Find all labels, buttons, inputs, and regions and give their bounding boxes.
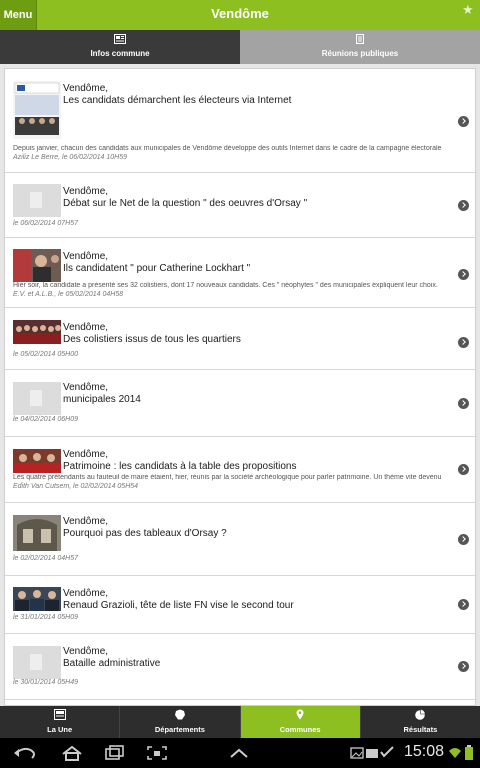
article-title: Les candidats démarchent les électeurs v… [63, 95, 292, 106]
nav-departements[interactable]: Départements [120, 706, 241, 738]
chevron-right-icon[interactable] [458, 599, 469, 610]
article-title: Bataille administrative [63, 658, 161, 669]
list-item[interactable]: Vendôme, Bataille administrative le 30/0… [5, 634, 475, 700]
chevron-right-icon[interactable] [458, 661, 469, 672]
article-meta: le 04/02/2014 06H09 [13, 416, 78, 423]
nav-resultats[interactable]: Résultats [361, 706, 480, 738]
back-icon[interactable] [12, 745, 38, 761]
article-town: Vendôme, [63, 322, 109, 333]
battery-icon [465, 745, 473, 760]
placeholder-thumbnail [13, 382, 61, 415]
list-item[interactable]: Vendôme, Ils candidatent " pour Catherin… [5, 238, 475, 308]
article-meta: le 06/02/2014 07H57 [13, 220, 78, 227]
home-icon[interactable] [60, 745, 84, 761]
star-icon[interactable]: ★ [462, 3, 476, 17]
placeholder-thumbnail [13, 646, 61, 679]
list-item[interactable]: Vendôme, Patrimoine : les candidats à la… [5, 437, 475, 503]
tab-bar: Infos commune Réunions publiques [0, 30, 480, 64]
tab-label: Réunions publiques [321, 49, 399, 58]
list-item[interactable]: Vendôme, Renaud Grazioli, tête de liste … [5, 576, 475, 634]
bottom-navigation: La Une Départements Communes Résultats [0, 706, 480, 738]
article-town: Vendôme, [63, 186, 109, 197]
article-town: Vendôme, [63, 382, 109, 393]
pie-chart-icon [415, 709, 426, 720]
chevron-right-icon[interactable] [458, 269, 469, 280]
article-title: Pourquoi pas des tableaux d'Orsay ? [63, 528, 227, 539]
article-title: Débat sur le Net de la question " des oe… [63, 198, 308, 209]
map-icon [174, 709, 185, 720]
tab-infos-commune[interactable]: Infos commune [0, 30, 240, 64]
placeholder-thumbnail [13, 184, 61, 217]
nav-label: Départements [154, 725, 205, 734]
system-bar: 15:08 [0, 738, 480, 768]
article-town: Vendôme, [63, 588, 109, 599]
recent-apps-icon[interactable] [104, 745, 126, 761]
article-thumbnail [13, 249, 61, 282]
list-item[interactable]: Vendôme, Les candidats démarchent les él… [5, 69, 475, 173]
chevron-right-icon[interactable] [458, 337, 469, 348]
chevron-right-icon[interactable] [458, 200, 469, 211]
article-excerpt: Depuis janvier, chacun des candidats aux… [13, 145, 442, 152]
article-title: Ils candidatent " pour Catherine Lockhar… [63, 263, 251, 274]
article-meta: Edith Van Cutsem, le 02/02/2014 05H54 [13, 483, 139, 490]
article-thumbnail [13, 449, 61, 473]
page-title: Vendôme [211, 6, 269, 21]
nav-label: Communes [279, 725, 321, 734]
location-pin-icon [296, 709, 304, 720]
article-excerpt: Les quatre prétendants au fauteuil de ma… [13, 474, 442, 481]
chevron-up-icon[interactable] [228, 745, 250, 761]
article-thumbnail [13, 81, 61, 139]
chevron-right-icon[interactable] [458, 534, 469, 545]
nav-label: La Une [47, 725, 73, 734]
article-excerpt: Hier soir, la candidate a présenté ses 3… [13, 282, 438, 289]
article-meta: Aziliz Le Berre, le 06/02/2014 10H59 [13, 154, 128, 161]
screenshot-icon[interactable] [146, 745, 168, 761]
wifi-icon [449, 748, 461, 758]
article-meta: E.V. et A.L.B., le 05/02/2014 04H58 [13, 291, 124, 298]
article-title: municipales 2014 [63, 394, 141, 405]
article-title: Patrimoine : les candidats à la table de… [63, 461, 297, 472]
newspaper-icon [114, 34, 126, 44]
article-thumbnail [13, 320, 61, 344]
top-bar: Menu Vendôme ★ [0, 0, 480, 30]
article-thumbnail [13, 515, 61, 551]
article-title: Renaud Grazioli, tête de liste FN vise l… [63, 600, 294, 611]
article-town: Vendôme, [63, 516, 109, 527]
tab-label: Infos commune [90, 49, 150, 58]
list-item[interactable]: Vendôme, Débat sur le Net de la question… [5, 173, 475, 238]
article-town: Vendôme, [63, 83, 109, 94]
document-icon [356, 34, 364, 44]
menu-button[interactable]: Menu [0, 0, 37, 30]
article-thumbnail [13, 587, 61, 611]
nav-communes[interactable]: Communes [240, 706, 361, 738]
list-item[interactable]: Vendôme, municipales 2014 le 04/02/2014 … [5, 370, 475, 437]
newspaper-icon [53, 709, 66, 720]
list-item[interactable]: Vendôme, Pourquoi pas des tableaux d'Ors… [5, 503, 475, 576]
article-meta: le 31/01/2014 05H09 [13, 614, 78, 621]
nav-la-une[interactable]: La Une [0, 706, 121, 738]
article-list[interactable]: Vendôme, Les candidats démarchent les él… [4, 68, 476, 706]
article-town: Vendôme, [63, 646, 109, 657]
article-meta: le 05/02/2014 05H00 [13, 351, 78, 358]
article-title: Des colistiers issus de tous les quartie… [63, 334, 241, 345]
chevron-right-icon[interactable] [458, 116, 469, 127]
list-item[interactable]: Vendôme, Des colistiers issus de tous le… [5, 308, 475, 370]
article-meta: le 02/02/2014 04H57 [13, 555, 78, 562]
chevron-right-icon[interactable] [458, 464, 469, 475]
tab-reunions-publiques[interactable]: Réunions publiques [240, 30, 480, 64]
notification-icons [350, 746, 394, 759]
clock: 15:08 [403, 743, 444, 760]
nav-label: Résultats [403, 725, 438, 734]
article-town: Vendôme, [63, 251, 109, 262]
article-meta: le 30/01/2014 05H49 [13, 679, 78, 686]
article-town: Vendôme, [63, 449, 109, 460]
chevron-right-icon[interactable] [458, 398, 469, 409]
